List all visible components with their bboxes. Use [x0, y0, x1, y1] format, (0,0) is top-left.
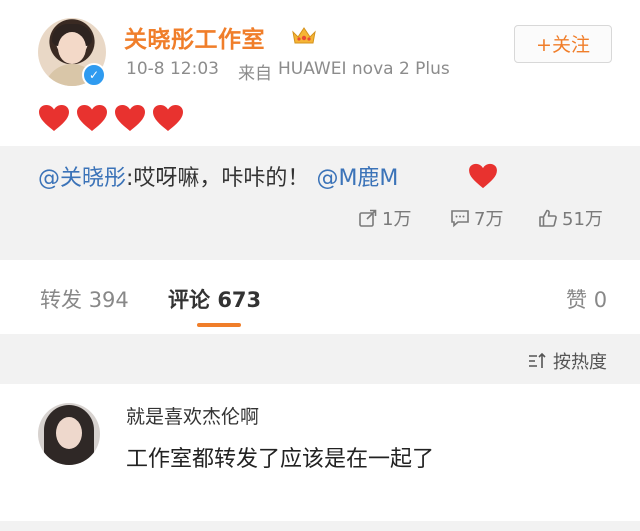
crown-icon [292, 27, 316, 44]
bottom-divider [0, 521, 640, 531]
tab-repost[interactable]: 转发 394 [40, 284, 129, 314]
repost-icon [359, 209, 377, 227]
quote-repost-stat[interactable]: 1万 [358, 205, 411, 231]
tab-comment-label: 评论 [168, 288, 210, 312]
comment-icon [451, 210, 469, 228]
like-count: 51万 [562, 209, 603, 230]
comment-text: 工作室都转发了应该是在一起了 [126, 447, 435, 472]
tab-like-label: 赞 [566, 288, 587, 312]
post-body [38, 104, 184, 132]
sort-by-hot-button[interactable]: 按热度 [527, 348, 607, 374]
quote-like-stat[interactable]: 51万 [538, 205, 603, 231]
tab-comment[interactable]: 评论 673 [168, 284, 261, 314]
tab-like-count: 0 [593, 288, 608, 312]
tab-comment-count: 673 [217, 288, 262, 312]
quoted-post-text: @关晓彤:哎呀嘛，咔咔的！ @M鹿M [38, 160, 398, 192]
heart-icon [39, 105, 69, 131]
tab-repost-label: 转发 [40, 288, 82, 312]
source-device: HUAWEI nova 2 Plus [278, 59, 450, 79]
post-time: 10-8 12:03 [126, 59, 219, 79]
sort-label: 按热度 [553, 352, 607, 373]
follow-button[interactable]: +关注 [514, 25, 612, 63]
sort-icon [529, 352, 546, 368]
tab-like[interactable]: 赞 0 [566, 284, 607, 314]
active-tab-indicator [197, 323, 241, 327]
verified-badge-icon: ✓ [82, 63, 106, 87]
heart-icon [77, 105, 107, 131]
quoted-text: :哎呀嘛，咔咔的！ [126, 166, 310, 191]
repost-count: 1万 [382, 209, 412, 230]
heart-icon [469, 163, 497, 189]
heart-icon [153, 105, 183, 131]
commenter-name[interactable]: 就是喜欢杰伦啊 [126, 402, 259, 429]
quote-comment-stat[interactable]: 7万 [450, 205, 503, 231]
commenter-avatar[interactable] [38, 403, 100, 465]
mention-link[interactable]: @关晓彤 [38, 166, 126, 191]
author-name[interactable]: 关晓彤工作室 [124, 20, 265, 54]
tab-repost-count: 394 [88, 288, 129, 312]
like-icon [539, 209, 557, 227]
heart-icon [115, 105, 145, 131]
comment-count: 7万 [474, 209, 504, 230]
source-label: 来自 [238, 64, 272, 84]
mention-link[interactable]: @M鹿M [316, 166, 398, 191]
